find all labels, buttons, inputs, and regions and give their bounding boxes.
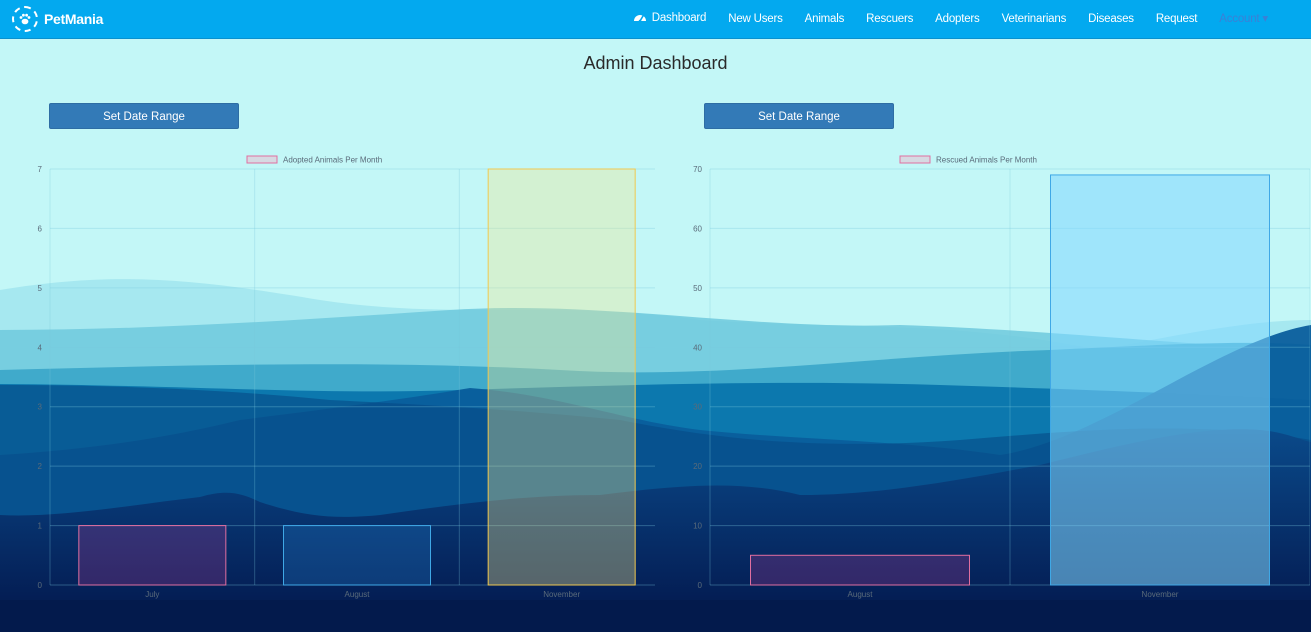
nav-item-label: Rescuers xyxy=(866,13,914,25)
legend-label: Adopted Animals Per Month xyxy=(283,156,382,165)
adopted-animals-chart: 0 1 2 3 4 5 6 7 July August November Adopted Animal… xyxy=(38,155,655,599)
brand-link[interactable]: PetMania xyxy=(12,4,103,34)
nav-item-new-users[interactable]: New Users xyxy=(717,0,793,38)
set-date-range-button-left[interactable]: Set Date Range xyxy=(49,103,239,129)
nav-item-account-dropdown[interactable]: Account ▾ xyxy=(1208,0,1279,38)
nav-item-rescuers[interactable]: Rescuers xyxy=(855,0,924,38)
nav-item-animals[interactable]: Animals xyxy=(794,0,856,38)
nav-item-label: Diseases xyxy=(1088,13,1134,25)
set-date-range-button-right[interactable]: Set Date Range xyxy=(704,103,894,129)
legend-swatch xyxy=(899,155,931,164)
nav-item-label: Veterinarians xyxy=(1001,13,1067,25)
bar-july xyxy=(78,525,227,586)
nav-item-dashboard[interactable]: Dashboard xyxy=(622,0,717,39)
nav-item-veterinarians[interactable]: Veterinarians xyxy=(991,0,1078,38)
y-tick-label: 10 xyxy=(693,522,702,531)
nav-item-adopters[interactable]: Adopters xyxy=(924,0,990,38)
y-tick-label: 0 xyxy=(698,581,703,590)
x-tick-label: August xyxy=(848,590,874,599)
nav-item-label: Request xyxy=(1155,13,1198,25)
brand-name: PetMania xyxy=(44,11,104,27)
y-tick-label: 0 xyxy=(38,581,43,590)
y-tick-label: 20 xyxy=(693,462,702,471)
x-tick-label: August xyxy=(345,590,371,599)
dashboard-icon xyxy=(633,1,647,39)
rescued-animals-chart: 0 10 20 30 40 50 60 70 August November Rescued Ani… xyxy=(693,155,1310,599)
bar-august xyxy=(283,525,431,586)
y-tick-label: 6 xyxy=(38,224,43,233)
y-tick-label: 40 xyxy=(693,343,702,352)
page-title: Admin Dashboard xyxy=(583,53,728,73)
legend-swatch xyxy=(246,155,278,164)
nav-item-label: New Users xyxy=(728,13,783,25)
y-tick-label: 7 xyxy=(38,165,43,174)
y-tick-label: 4 xyxy=(38,343,43,352)
nav-item-label: Dashboard xyxy=(651,12,707,24)
main-nav: Dashboard New Users Animals Rescuers Ado… xyxy=(622,0,1279,38)
nav-item-request[interactable]: Request xyxy=(1145,0,1208,38)
y-tick-label: 50 xyxy=(693,284,702,293)
y-tick-label: 5 xyxy=(38,284,43,293)
nav-item-label: Animals xyxy=(804,13,845,25)
y-tick-label: 1 xyxy=(38,522,43,531)
bar-november xyxy=(487,168,636,586)
bar-august xyxy=(750,554,970,586)
x-tick-label: November xyxy=(543,590,580,599)
y-tick-label: 60 xyxy=(693,224,702,233)
top-navbar: PetMania Dashboard New Users Animals Res… xyxy=(0,0,1311,39)
y-tick-label: 3 xyxy=(38,403,43,412)
y-tick-label: 30 xyxy=(693,403,702,412)
nav-item-diseases[interactable]: Diseases xyxy=(1077,0,1145,38)
y-tick-label: 2 xyxy=(38,462,43,471)
nav-item-label: Adopters xyxy=(935,13,980,25)
legend-label: Rescued Animals Per Month xyxy=(936,156,1037,165)
y-tick-label: 70 xyxy=(693,165,702,174)
caret-down-icon: ▾ xyxy=(1259,13,1268,25)
nav-item-label: Account xyxy=(1219,13,1260,25)
x-tick-label: July xyxy=(145,590,159,599)
bar-november xyxy=(1050,174,1270,586)
x-tick-label: November xyxy=(1142,590,1179,599)
paw-icon xyxy=(12,6,38,32)
